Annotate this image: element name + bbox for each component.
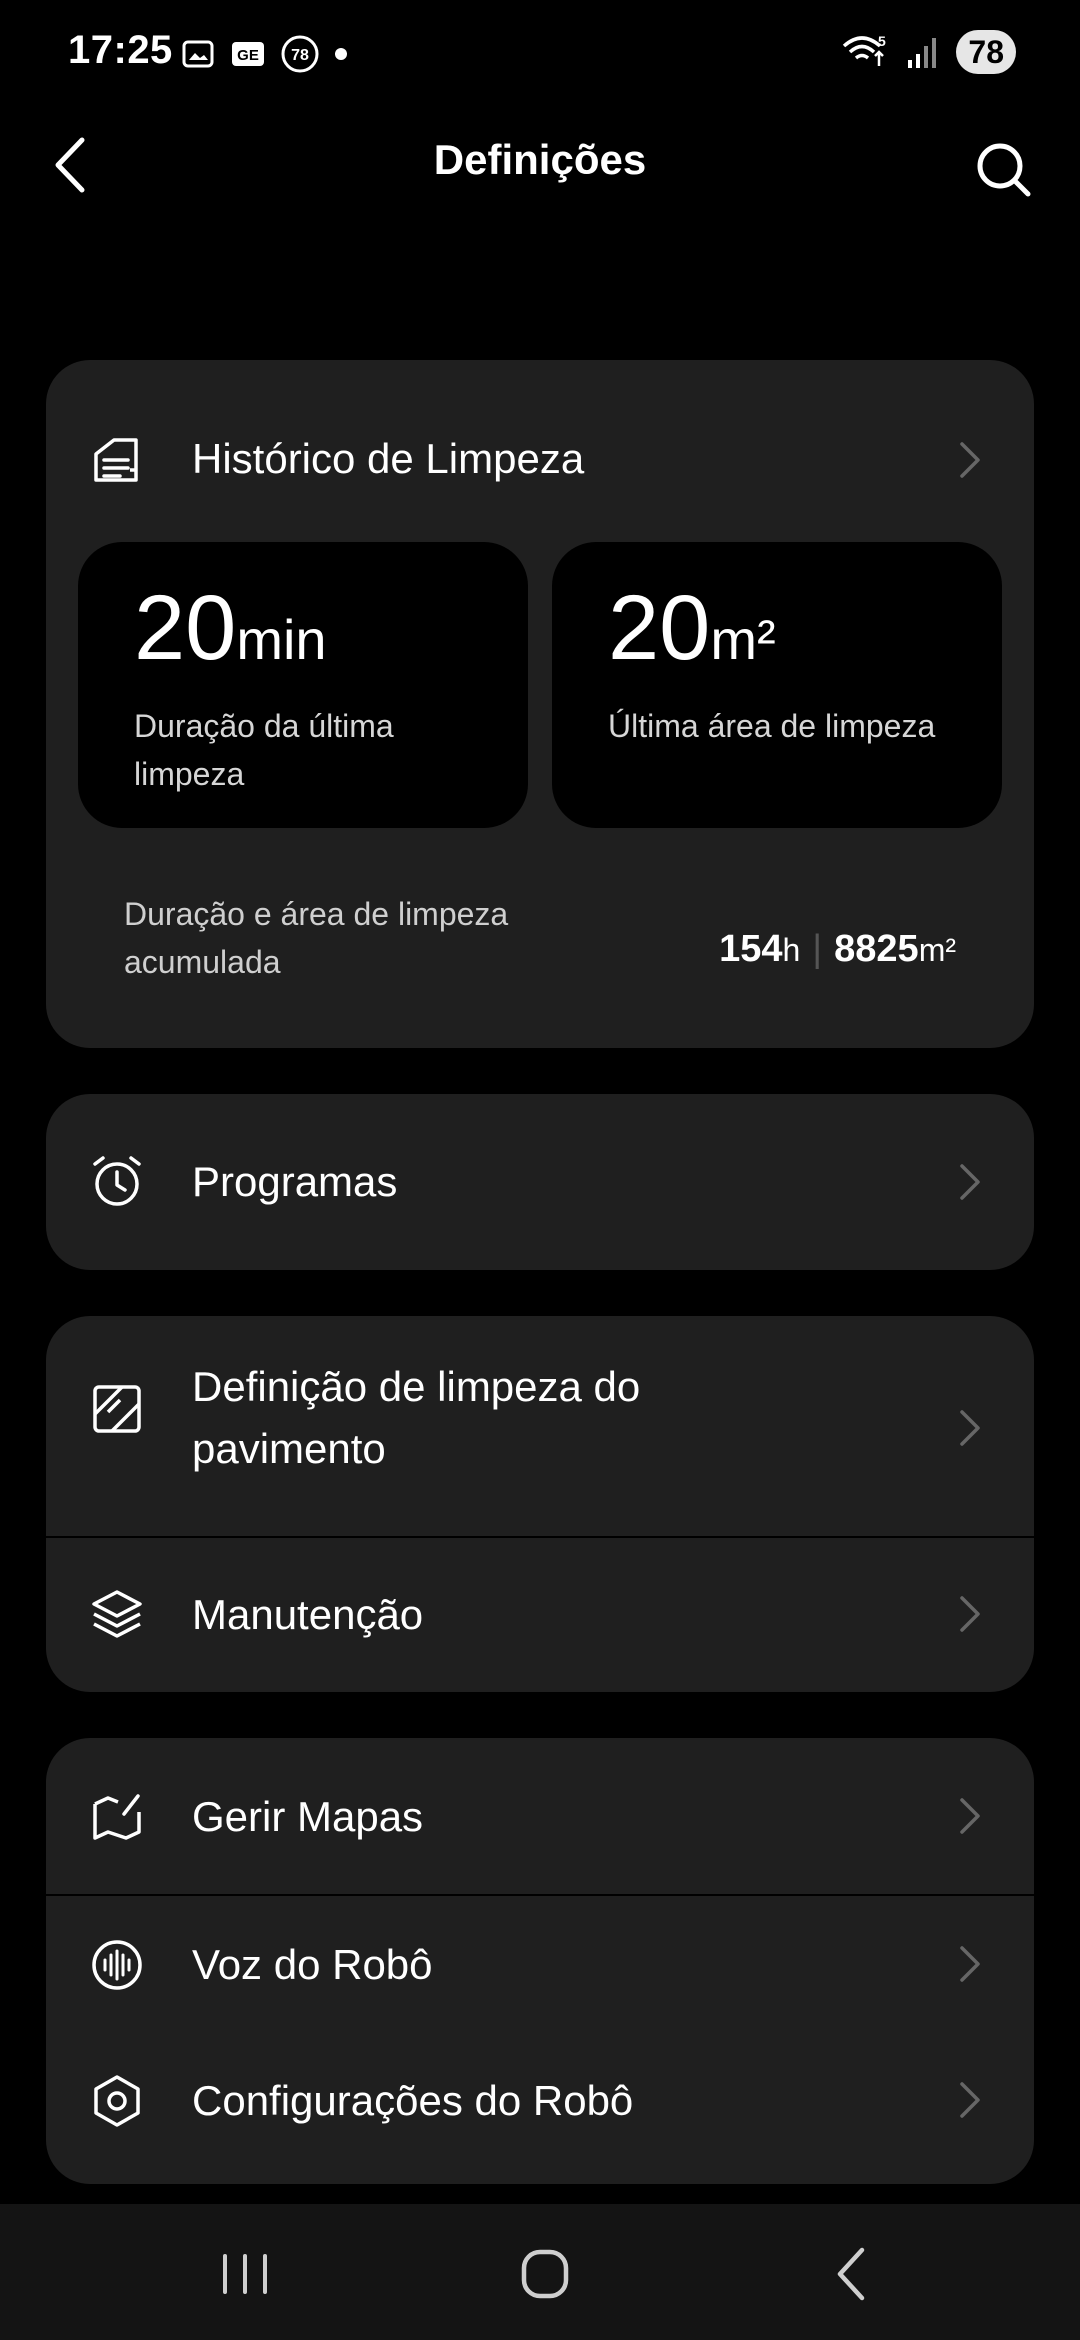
sound-wave-icon xyxy=(92,1940,142,1990)
total-area: 8825 xyxy=(834,928,919,970)
manage-maps-row[interactable]: Gerir Mapas xyxy=(46,1738,1034,1894)
svg-text:GE: GE xyxy=(237,47,259,64)
alarm-clock-icon xyxy=(93,1156,141,1206)
robot-voice-row[interactable]: Voz do Robô xyxy=(46,1896,1034,2032)
app-header: Definições xyxy=(0,110,1080,220)
status-notification-icons: GE 78 xyxy=(180,34,348,74)
badge-notification-icon: 78 xyxy=(281,35,319,73)
last-area-value: 20m² xyxy=(608,576,776,681)
floor-settings-label: Definição de limpeza do pavimento xyxy=(192,1363,641,1472)
robot-settings-row[interactable]: Configurações do Robô xyxy=(46,2032,1034,2168)
history-icon xyxy=(94,438,138,482)
last-duration-caption: Duração da última limpeza xyxy=(134,708,394,792)
wifi-icon: 5 xyxy=(843,33,886,66)
robot-voice-label: Voz do Robô xyxy=(192,1941,433,1988)
page-title: Definições xyxy=(433,136,647,183)
search-icon[interactable] xyxy=(964,130,1044,210)
map-icon xyxy=(93,1794,141,1840)
ge-notification-icon: GE xyxy=(232,42,264,66)
back-nav-icon[interactable] xyxy=(806,2234,896,2314)
sim-label: 5 xyxy=(878,33,886,49)
battery-indicator: 78 xyxy=(956,30,1016,74)
floor-settings-row[interactable]: Definição de limpeza do pavimento xyxy=(46,1316,1034,1538)
manage-maps-label: Gerir Mapas xyxy=(192,1793,424,1840)
robot-settings-label: Configurações do Robô xyxy=(192,2077,634,2124)
status-system-icons: 5 78 xyxy=(840,30,1016,74)
chevron-right-icon xyxy=(960,2082,980,2118)
maintenance-row[interactable]: Manutenção xyxy=(46,1538,1034,1692)
system-navigation-bar xyxy=(0,2204,1080,2340)
total-caption: Duração e área de limpeza acumulada xyxy=(124,896,509,980)
gallery-notification-icon xyxy=(182,40,214,68)
last-duration-number: 20 xyxy=(134,577,237,679)
home-icon[interactable] xyxy=(500,2234,590,2314)
chevron-right-icon xyxy=(960,1410,980,1446)
status-time: 17:25 xyxy=(68,28,173,72)
programs-row[interactable]: Programas xyxy=(46,1094,1034,1270)
robot-card: Gerir Mapas Voz do Robô Configurações do… xyxy=(46,1738,1034,2184)
last-duration-value: 20min xyxy=(134,576,327,681)
last-area-number: 20 xyxy=(608,577,711,679)
cleaning-history-card[interactable]: Histórico de Limpeza 20min Duração da úl… xyxy=(46,360,1034,1048)
total-hours: 154 xyxy=(719,928,783,970)
last-duration-unit: min xyxy=(236,608,327,671)
chevron-right-icon xyxy=(960,1164,980,1200)
total-area-unit: m² xyxy=(918,932,956,968)
notif-badge-text: 78 xyxy=(291,47,309,64)
maintenance-label: Manutenção xyxy=(192,1591,424,1638)
layers-icon xyxy=(92,1590,142,1638)
signal-icon xyxy=(908,38,937,68)
recent-apps-icon[interactable] xyxy=(200,2234,290,2314)
chevron-right-icon xyxy=(960,1596,980,1632)
hexagon-settings-icon xyxy=(94,2075,140,2127)
cleaning-settings-card: Definição de limpeza do pavimento Manute… xyxy=(46,1316,1034,1692)
total-separator: | xyxy=(812,928,823,970)
status-bar: 17:25 GE 78 5 78 xyxy=(0,0,1080,110)
dot-icon xyxy=(335,48,347,60)
chevron-right-icon xyxy=(960,1798,980,1834)
last-duration-box: 20min Duração da última limpeza xyxy=(78,542,528,828)
total-values: 154h | 8825m² xyxy=(719,928,956,971)
total-hours-unit: h xyxy=(782,932,801,968)
last-area-box: 20m² Última área de limpeza xyxy=(552,542,1002,828)
chevron-right-icon xyxy=(960,442,980,478)
last-area-unit: m² xyxy=(710,608,776,671)
programs-label: Programas xyxy=(192,1158,398,1205)
floor-tile-icon xyxy=(93,1385,141,1433)
cleaning-history-label: Histórico de Limpeza xyxy=(192,435,585,482)
programs-card[interactable]: Programas xyxy=(46,1094,1034,1270)
cleaning-history-row[interactable]: Histórico de Limpeza xyxy=(46,420,1034,500)
chevron-right-icon xyxy=(960,1946,980,1982)
last-area-caption: Última área de limpeza xyxy=(608,708,936,744)
